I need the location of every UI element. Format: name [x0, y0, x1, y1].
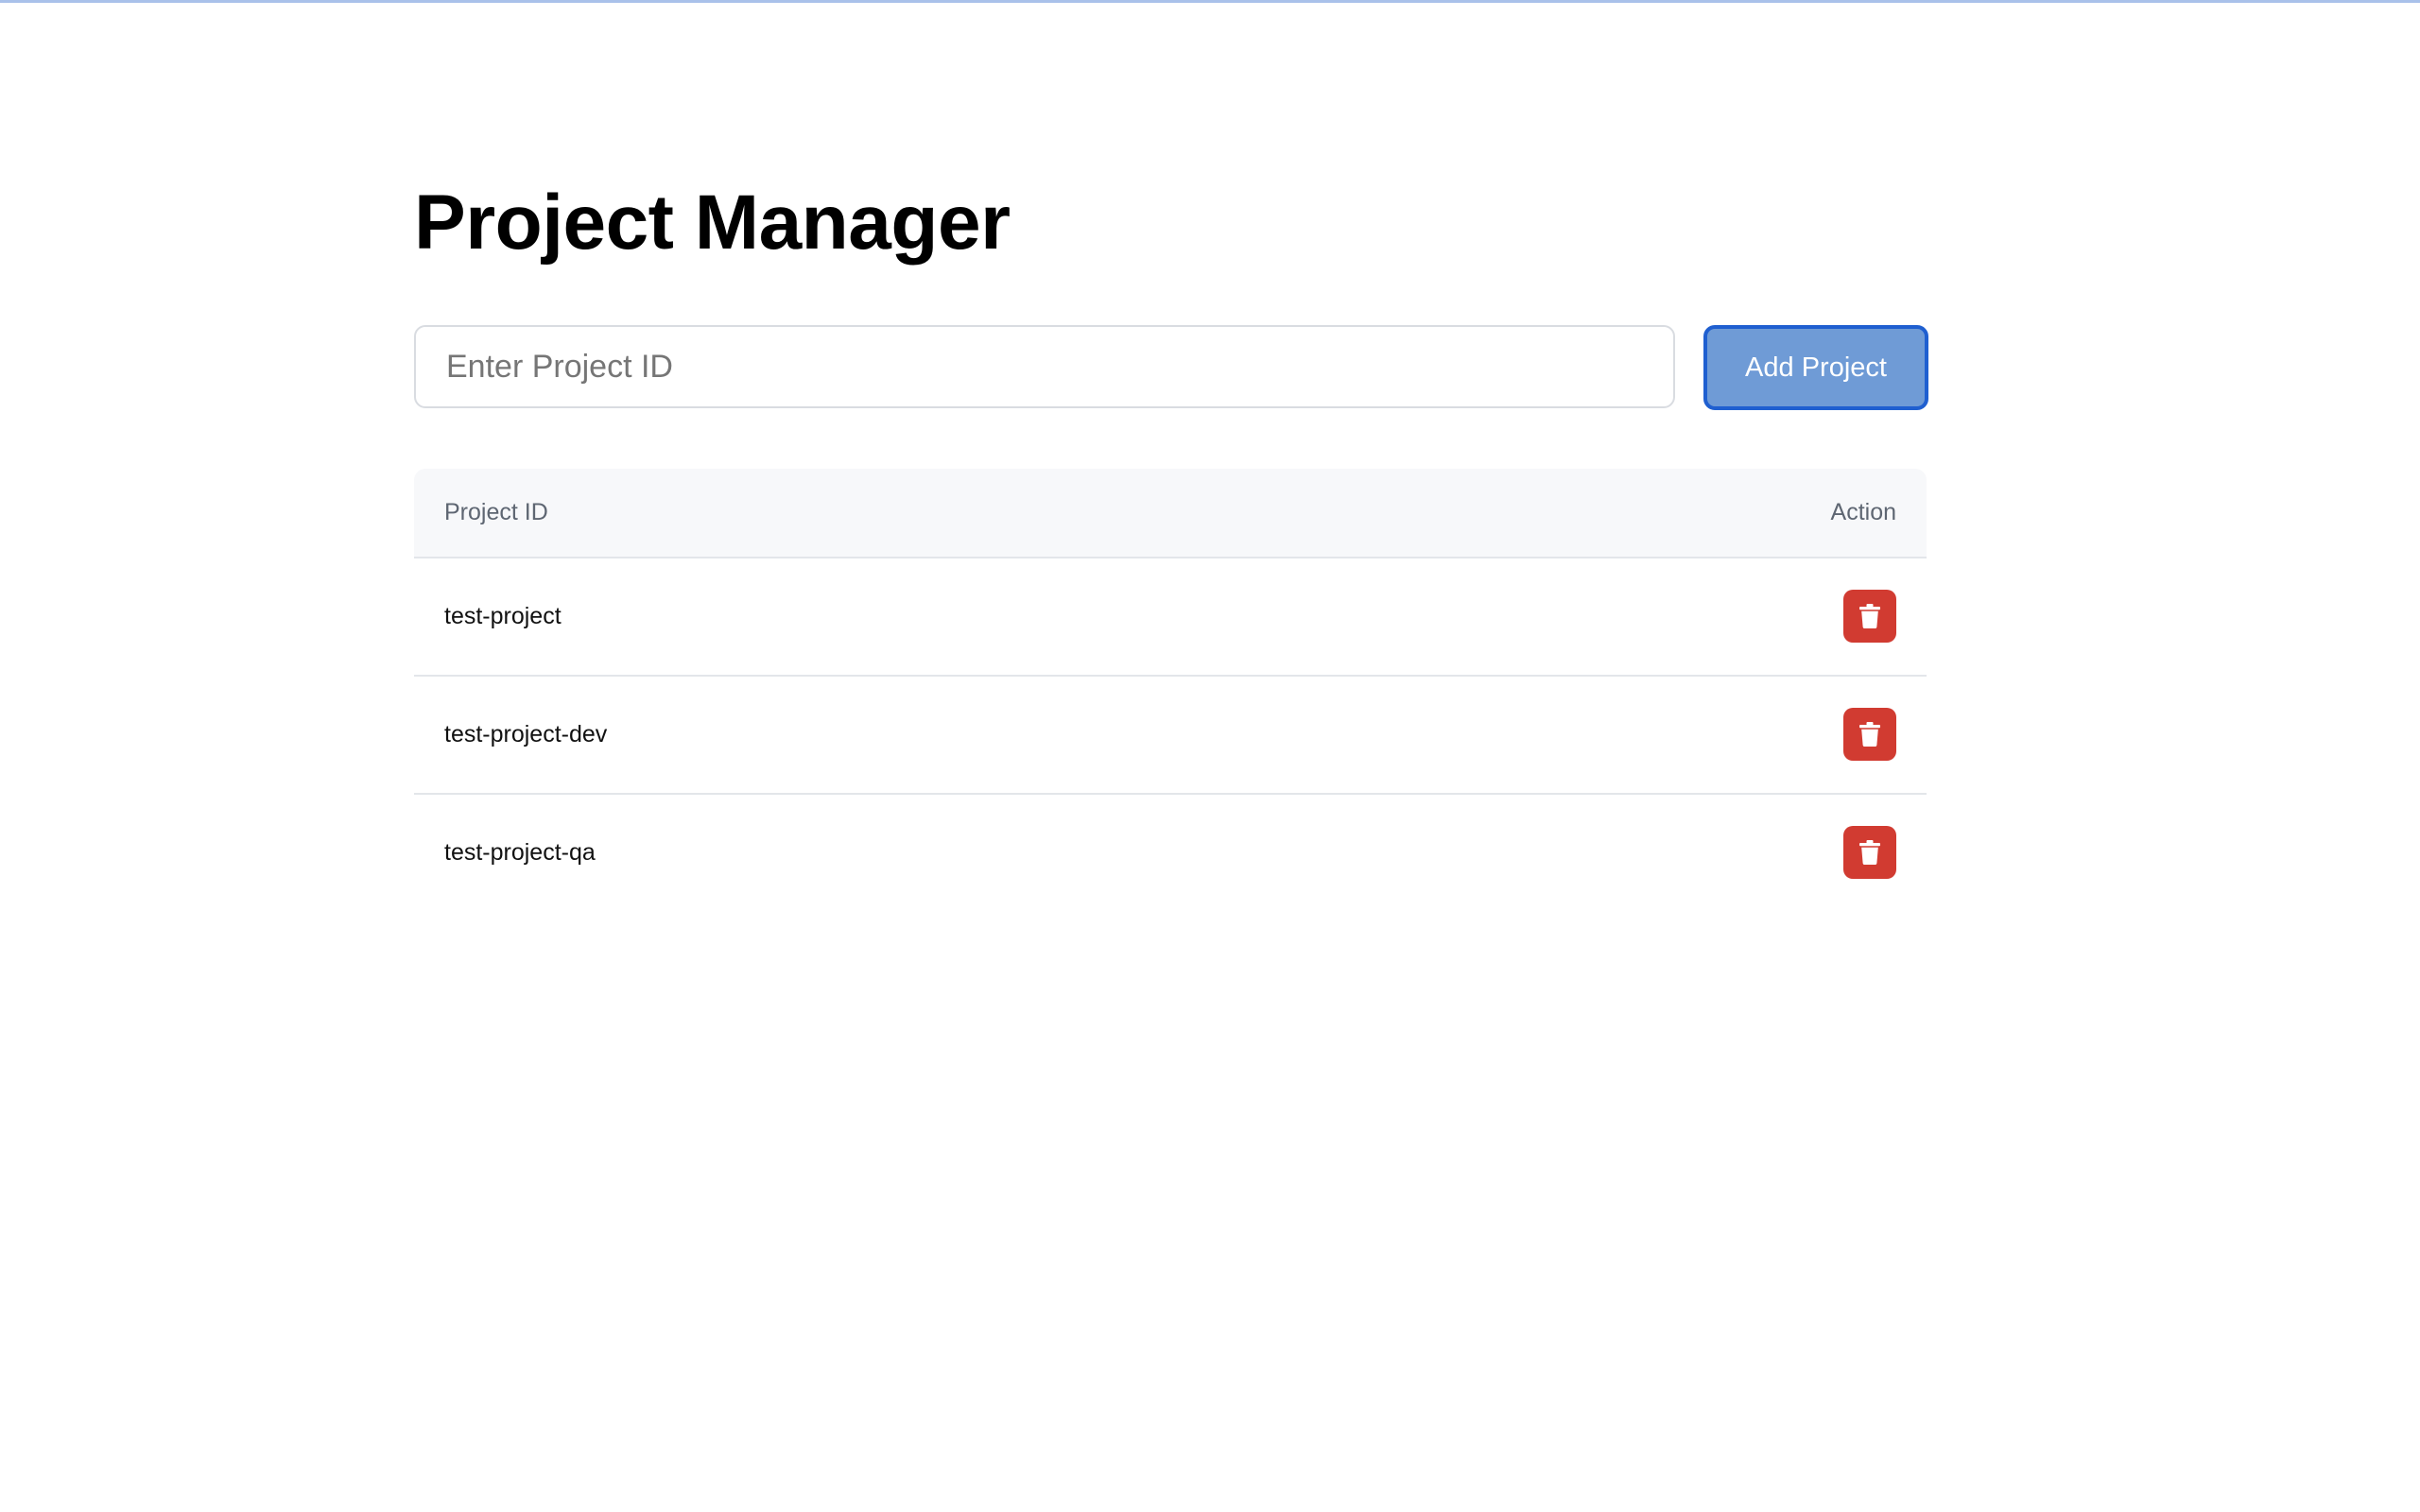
- table-row: test-project-qa: [414, 795, 1927, 911]
- add-project-button[interactable]: Add Project: [1703, 325, 1928, 410]
- project-id-cell: test-project-dev: [444, 721, 608, 747]
- page-title: Project Manager: [414, 180, 1011, 266]
- delete-project-button[interactable]: [1843, 826, 1896, 879]
- delete-project-button[interactable]: [1843, 590, 1896, 643]
- table-row: test-project-dev: [414, 677, 1927, 795]
- table-header: Project ID Action: [414, 469, 1927, 558]
- trash-icon: [1859, 840, 1880, 865]
- column-header-project-id: Project ID: [444, 499, 548, 525]
- projects-table: Project ID Action test-project test-proj…: [414, 469, 1927, 911]
- add-project-form: Add Project: [414, 325, 1928, 410]
- delete-project-button[interactable]: [1843, 708, 1896, 761]
- trash-icon: [1859, 604, 1880, 628]
- top-progress-line: [0, 0, 2420, 3]
- project-id-input[interactable]: [414, 325, 1675, 408]
- project-id-cell: test-project: [444, 603, 562, 629]
- column-header-action: Action: [1830, 499, 1896, 525]
- table-row: test-project: [414, 558, 1927, 677]
- project-id-cell: test-project-qa: [444, 839, 596, 866]
- trash-icon: [1859, 722, 1880, 747]
